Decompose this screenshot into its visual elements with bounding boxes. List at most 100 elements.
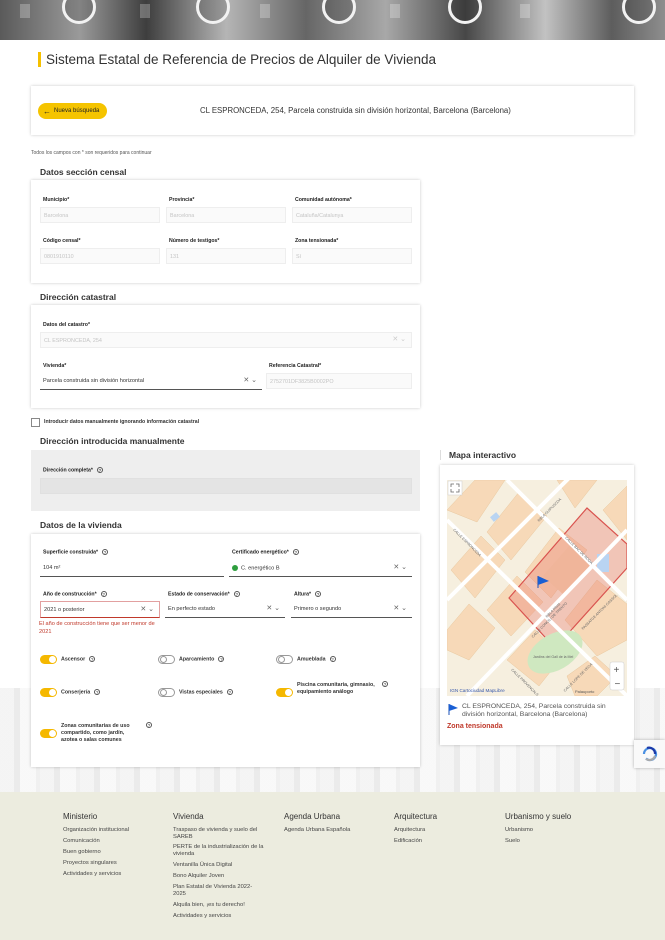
- help-icon[interactable]: ?: [89, 656, 96, 662]
- help-icon[interactable]: ?: [226, 689, 233, 695]
- footer-link[interactable]: Organización institucional: [63, 827, 129, 834]
- required-note: Todos los campos con * son requeridos pa…: [31, 150, 152, 156]
- footer-link[interactable]: PERTE de la industrialización de la vivi…: [173, 844, 275, 857]
- ascensor-toggle[interactable]: [40, 655, 57, 664]
- energy-badge-icon: [232, 565, 238, 571]
- banner-image: [62, 0, 96, 24]
- ano-error-message: El año de construcción tiene que ser men…: [39, 621, 155, 635]
- footer-heading: Arquitectura: [394, 812, 438, 821]
- map-section-title: Mapa interactivo: [440, 450, 516, 460]
- map-legend-address: CL ESPRONCEDA, 254, Parcela construida s…: [462, 703, 606, 718]
- new-search-button[interactable]: ← Nueva búsqueda: [38, 103, 107, 119]
- footer-link[interactable]: Urbanismo: [505, 827, 533, 834]
- help-icon[interactable]: ?: [96, 467, 103, 473]
- superficie-input[interactable]: 104 m²: [40, 560, 224, 577]
- help-icon[interactable]: ?: [146, 722, 152, 728]
- footer-link[interactable]: Alquila bien, ¡es tu derecho!: [173, 902, 245, 909]
- help-icon[interactable]: ?: [100, 591, 107, 597]
- footer-link[interactable]: Agenda Urbana Española: [284, 827, 350, 834]
- clear-and-chevron-icon[interactable]: ✕ ⌄: [393, 604, 407, 612]
- help-icon[interactable]: ?: [94, 689, 101, 695]
- ano-select[interactable]: 2021 o posterior ✕ ⌄: [40, 601, 160, 618]
- footer-link[interactable]: Plan Estatal de Vivienda 2022-2025: [173, 884, 265, 897]
- footer-link[interactable]: Ventanilla Única Digital: [173, 862, 232, 869]
- banner-image: [196, 0, 230, 24]
- municipio-label: Municipio*: [43, 197, 70, 203]
- piscina-toggle[interactable]: [276, 688, 293, 697]
- manual-section-title: Dirección introducida manualmente: [40, 436, 185, 446]
- clear-and-chevron-icon[interactable]: ✕ ⌄: [266, 604, 280, 612]
- certificado-label: Certificado energético*?: [232, 549, 299, 556]
- zoom-out-icon: −: [615, 679, 621, 690]
- altura-select[interactable]: Primero o segundo ✕ ⌄: [291, 601, 412, 618]
- manual-checkbox[interactable]: [31, 418, 40, 427]
- conserjeria-label: Conserjería?: [61, 689, 101, 696]
- codigo-censal-field: 0801910110: [40, 248, 160, 264]
- clear-and-chevron-icon[interactable]: ✕ ⌄: [140, 605, 154, 613]
- codigo-censal-label: Código censal*: [43, 238, 81, 244]
- footer-link[interactable]: Edificación: [394, 838, 422, 845]
- zona-field: Sí: [292, 248, 412, 264]
- footer-link[interactable]: Bono Alquiler Joven: [173, 873, 224, 880]
- vivienda-card: Superficie construida*? 104 m² Certifica…: [31, 534, 420, 767]
- superficie-label: Superficie construida*?: [43, 549, 109, 556]
- conserjeria-toggle[interactable]: [40, 688, 57, 697]
- comunidad-field: Cataluña/Catalunya: [292, 207, 412, 223]
- footer-link[interactable]: Traspaso de vivienda y suelo del SAREB: [173, 827, 273, 840]
- footer-link[interactable]: Buen gobierno: [63, 849, 101, 856]
- footer-heading: Urbanismo y suelo: [505, 812, 572, 821]
- ascensor-label: Ascensor?: [61, 656, 96, 663]
- help-icon[interactable]: ?: [102, 549, 109, 555]
- vivienda-select[interactable]: Parcela construida sin división horizont…: [40, 373, 262, 390]
- interactive-map[interactable]: CALLE ESPRONCEDA RBLA GUIPUSCOA CALLE BA…: [447, 480, 627, 696]
- manual-checkbox-label[interactable]: Introducir datos manualmente ignorando i…: [44, 419, 199, 425]
- recaptcha-badge[interactable]: [634, 740, 665, 768]
- censal-section-title: Datos sección censal: [40, 167, 127, 177]
- map-park-label: Jardins del Gall de la Mel: [533, 655, 574, 659]
- footer-link[interactable]: Actividades y servicios: [173, 913, 231, 920]
- estado-label: Estado de conservación*?: [168, 591, 240, 598]
- arrow-left-icon: ←: [43, 106, 51, 116]
- aparcamiento-label: Aparcamiento?: [179, 656, 225, 663]
- catastral-card: Datos del catastro* CL ESPRONCEDA, 254 ✕…: [31, 305, 420, 408]
- search-summary-card: ← Nueva búsqueda CL ESPRONCEDA, 254, Par…: [31, 86, 634, 135]
- clear-and-chevron-icon[interactable]: ✕ ⌄: [393, 563, 407, 571]
- header-banner: [0, 0, 665, 40]
- footer-link[interactable]: Comunicación: [63, 838, 100, 845]
- help-icon[interactable]: ?: [329, 656, 336, 662]
- help-icon[interactable]: ?: [315, 591, 322, 597]
- referencia-field: 2752701DF3825B0002PO: [266, 373, 412, 389]
- aparcamiento-toggle[interactable]: [158, 655, 175, 664]
- estado-select[interactable]: En perfecto estado ✕ ⌄: [165, 601, 285, 618]
- help-icon[interactable]: ?: [218, 656, 225, 662]
- clear-and-chevron-icon[interactable]: ✕ ⌄: [243, 376, 257, 384]
- zonas-comunitarias-toggle[interactable]: [40, 729, 57, 738]
- certificado-select[interactable]: C. energético B ✕ ⌄: [229, 560, 412, 577]
- amueblada-toggle[interactable]: [276, 655, 293, 664]
- datos-catastro-select: CL ESPRONCEDA, 254 ✕ ⌄: [40, 332, 412, 348]
- map-canvas[interactable]: CALLE ESPRONCEDA RBLA GUIPUSCOA CALLE BA…: [447, 480, 627, 696]
- help-icon[interactable]: ?: [233, 591, 240, 597]
- zoom-in-icon: +: [614, 665, 620, 676]
- municipio-field: Barcelona: [40, 207, 160, 223]
- searched-address: CL ESPRONCEDA, 254, Parcela construida s…: [200, 106, 511, 115]
- ano-label: Año de construcción*?: [43, 591, 107, 598]
- amueblada-label: Amueblada?: [297, 656, 336, 663]
- footer-heading: Vivienda: [173, 812, 204, 821]
- censal-card: Municipio* Barcelona Provincia* Barcelon…: [31, 180, 420, 283]
- footer-link[interactable]: Proyectos singulares: [63, 860, 117, 867]
- location-flag-icon: [448, 704, 458, 715]
- datos-catastro-label: Datos del catastro*: [43, 322, 90, 328]
- catastral-section-title: Dirección catastral: [40, 292, 117, 302]
- footer-link[interactable]: Arquitectura: [394, 827, 425, 834]
- map-attribution: IGN Cartociudad MapLibre: [450, 688, 505, 693]
- help-icon[interactable]: ?: [382, 681, 388, 687]
- footer-link[interactable]: Actividades y servicios: [63, 871, 121, 878]
- vistas-toggle[interactable]: [158, 688, 175, 697]
- provincia-label: Provincia*: [169, 197, 195, 203]
- zonas-comunitarias-label: Zonas comunitarias de uso compartido, co…: [61, 723, 130, 743]
- map-card: CALLE ESPRONCEDA RBLA GUIPUSCOA CALLE BA…: [440, 465, 634, 745]
- footer-link[interactable]: Suelo: [505, 838, 520, 845]
- banner-image: [322, 0, 356, 24]
- help-icon[interactable]: ?: [292, 549, 299, 555]
